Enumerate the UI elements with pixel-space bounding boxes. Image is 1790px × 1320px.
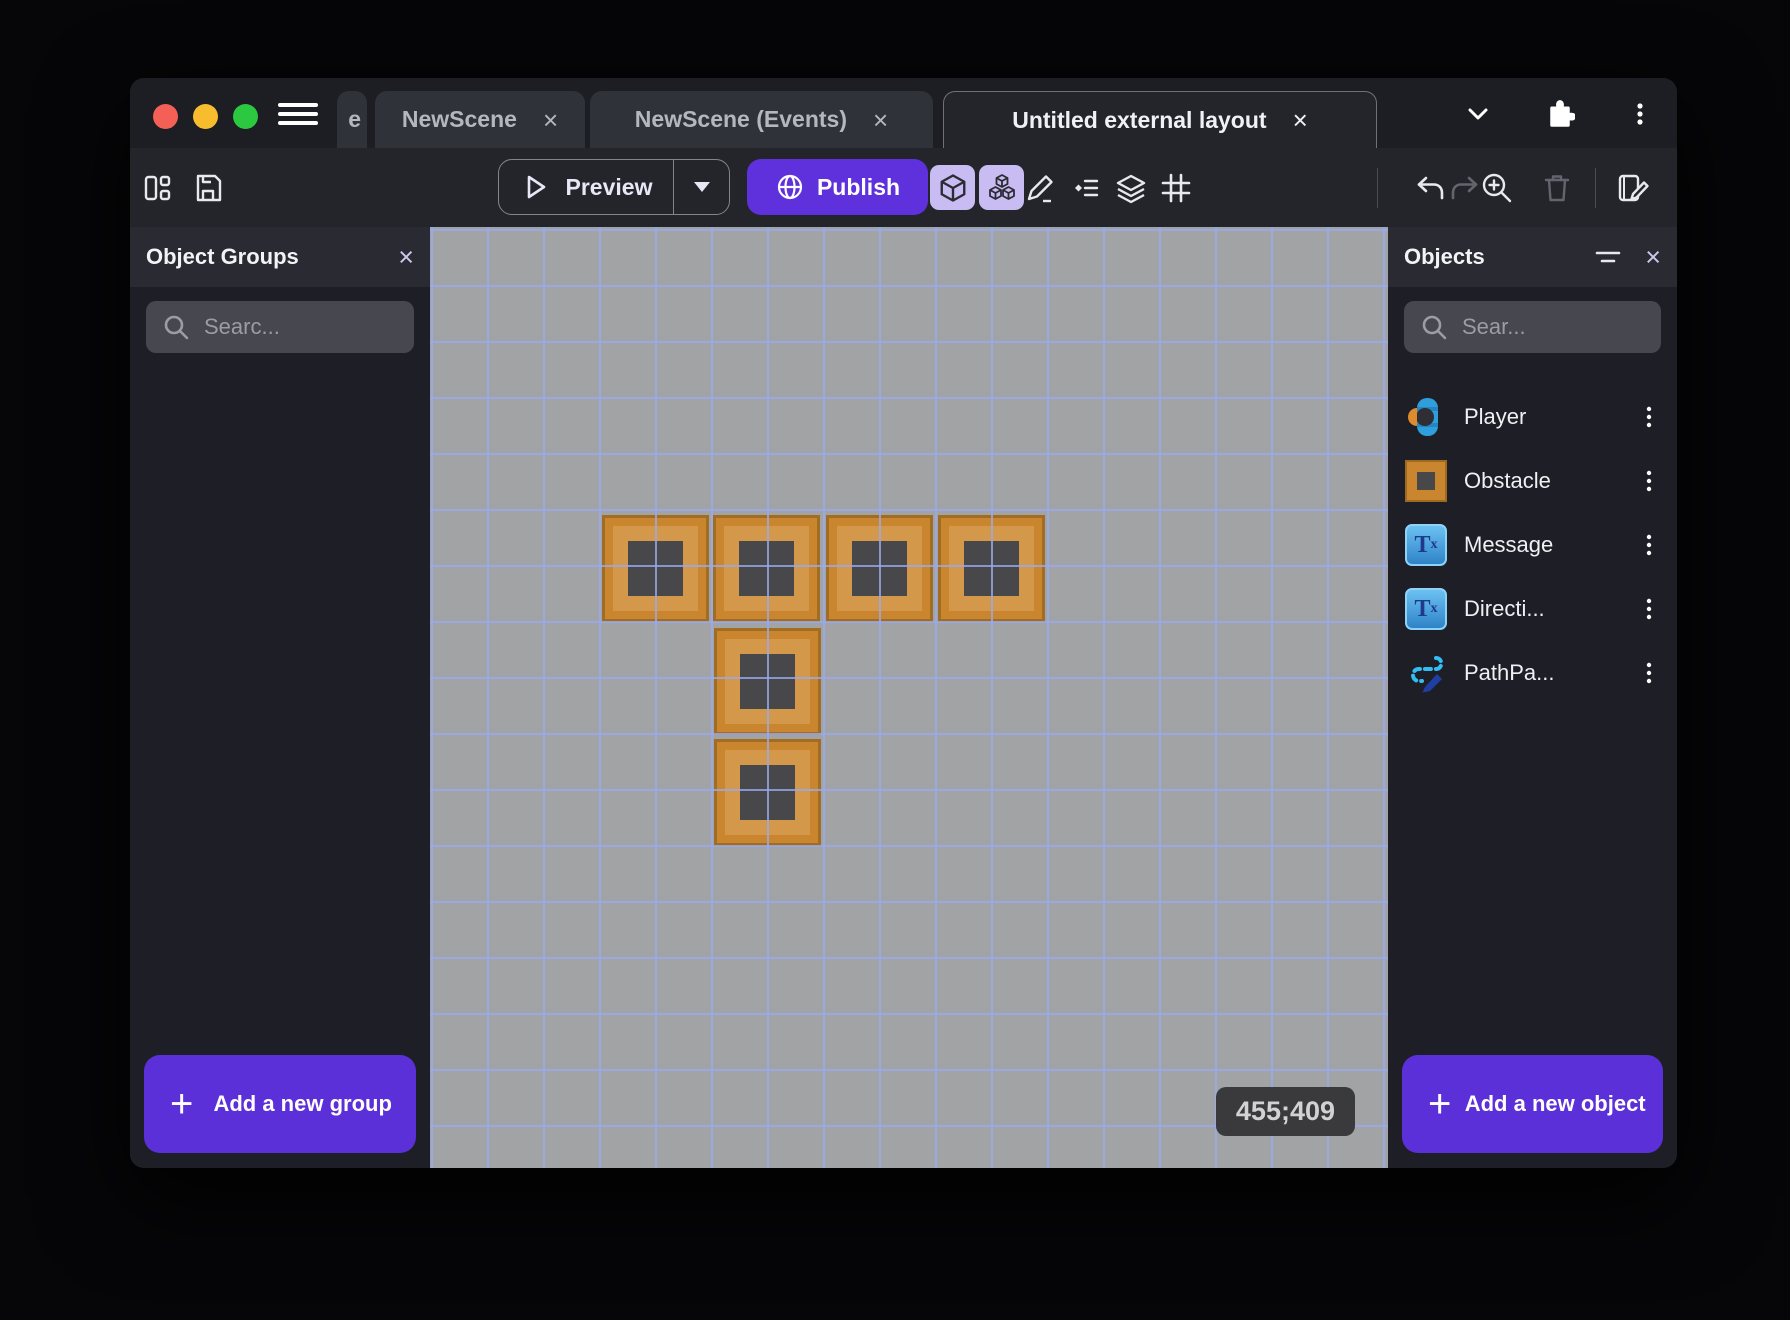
caret-down-icon: [693, 182, 710, 192]
kebab-menu-icon[interactable]: [1622, 96, 1658, 132]
toolbar-divider: [1595, 168, 1596, 208]
publish-label: Publish: [816, 173, 901, 200]
panel-title: Objects: [1404, 244, 1485, 269]
obstacle-instance[interactable]: [714, 628, 821, 735]
search-input[interactable]: [204, 314, 398, 340]
zoom-in-icon[interactable]: [1477, 168, 1517, 208]
objects-panel: Objects × Player: [1388, 227, 1677, 1168]
obstacle-instance[interactable]: [826, 515, 933, 622]
filter-icon[interactable]: [1593, 242, 1623, 272]
preview-button[interactable]: Preview: [498, 159, 730, 215]
search-icon: [1422, 315, 1447, 340]
screen: e NewScene × NewScene (Events) × Untitle…: [0, 0, 1790, 1320]
tab-close-icon[interactable]: ×: [543, 107, 558, 133]
instances-toggle[interactable]: [979, 165, 1024, 210]
toolbar: Preview Publish: [130, 148, 1677, 227]
minimize-window-button[interactable]: [193, 104, 218, 129]
tab-label: NewScene (Events): [634, 106, 847, 132]
cursor-coordinates-badge: 455;409: [1215, 1087, 1355, 1136]
objects-search[interactable]: [1404, 301, 1661, 353]
tab-newscene-events[interactable]: NewScene (Events) ×: [590, 91, 933, 148]
tab-clipped[interactable]: e: [337, 91, 367, 148]
scene-properties-icon[interactable]: [1613, 168, 1653, 208]
object-groups-header: Object Groups ×: [130, 227, 430, 287]
object-groups-search[interactable]: [146, 301, 414, 353]
main-area: Object Groups × + Add a new group 455;40…: [130, 227, 1677, 1168]
add-object-label: Add a new object: [1464, 1090, 1646, 1116]
plus-icon: +: [170, 1082, 194, 1126]
object-groups-panel: Object Groups × + Add a new group: [130, 227, 430, 1168]
scene-canvas[interactable]: 455;409: [430, 227, 1388, 1168]
instruction-list-icon[interactable]: [1066, 168, 1106, 208]
plus-icon: +: [1428, 1082, 1452, 1126]
objects-header: Objects ×: [1388, 227, 1677, 287]
cube-3d-icon: [940, 173, 965, 202]
play-icon: [527, 175, 545, 199]
search-input[interactable]: [1462, 314, 1645, 340]
obstacle-instance[interactable]: [713, 515, 820, 622]
object-row-pathpaint[interactable]: PathPa...: [1388, 641, 1677, 705]
path-paint-icon: [1404, 651, 1448, 695]
publish-button[interactable]: Publish: [747, 159, 928, 215]
object-row-obstacle[interactable]: Obstacle: [1388, 449, 1677, 513]
gdevelop-window: e NewScene × NewScene (Events) × Untitle…: [130, 78, 1677, 1168]
obstacle-icon: [1404, 459, 1448, 503]
add-object-button[interactable]: + Add a new object: [1402, 1055, 1663, 1153]
titlebar: e NewScene × NewScene (Events) × Untitle…: [130, 78, 1677, 148]
preview-label: Preview: [565, 173, 653, 200]
tab-untitled-external-layout[interactable]: Untitled external layout ×: [943, 91, 1377, 148]
search-icon: [164, 315, 189, 340]
object-menu-kebab-icon[interactable]: [1635, 657, 1663, 689]
tab-label: Untitled external layout: [1012, 106, 1267, 133]
toolbar-divider: [1377, 168, 1378, 208]
cubes-icon: [988, 173, 1015, 200]
object-row-player[interactable]: Player: [1388, 385, 1677, 449]
object-menu-kebab-icon[interactable]: [1635, 401, 1663, 433]
tab-close-icon[interactable]: ×: [1293, 107, 1308, 133]
objects-list: Player Obstacle Tx Message T x Directi..…: [1388, 353, 1677, 705]
object-row-directions[interactable]: Tx Directi...: [1388, 577, 1677, 641]
maximize-window-button[interactable]: [233, 104, 258, 129]
text-object-icon: Tx: [1404, 587, 1448, 631]
close-icon[interactable]: ×: [1645, 243, 1661, 271]
view-3d-toggle[interactable]: [930, 165, 975, 210]
tab-close-icon[interactable]: ×: [873, 107, 888, 133]
tab-newscene[interactable]: NewScene ×: [375, 91, 585, 148]
layers-icon[interactable]: [1111, 168, 1151, 208]
close-icon[interactable]: ×: [398, 243, 414, 271]
close-window-button[interactable]: [153, 104, 178, 129]
tab-label: NewScene: [401, 106, 517, 132]
undo-icon[interactable]: [1410, 168, 1450, 208]
obstacle-instance[interactable]: [714, 739, 821, 846]
add-group-button[interactable]: + Add a new group: [144, 1055, 416, 1153]
object-menu-kebab-icon[interactable]: [1635, 529, 1663, 561]
panels-layout-icon[interactable]: [138, 168, 178, 208]
globe-icon: [777, 174, 803, 200]
chevron-down-icon[interactable]: [1460, 96, 1496, 132]
text-object-icon: Tx: [1404, 523, 1448, 567]
obstacle-instance[interactable]: [602, 515, 709, 622]
player-icon: [1404, 395, 1448, 439]
pencil-edit-icon[interactable]: [1020, 168, 1060, 208]
save-icon[interactable]: [188, 168, 228, 208]
main-menu-icon[interactable]: [278, 103, 318, 127]
preview-options-dropdown[interactable]: [673, 160, 729, 214]
object-menu-kebab-icon[interactable]: [1635, 465, 1663, 497]
object-row-message[interactable]: Tx Message: [1388, 513, 1677, 577]
panel-title: Object Groups: [146, 244, 299, 269]
tab-label: e: [348, 106, 361, 132]
grid-icon[interactable]: [1156, 168, 1196, 208]
extensions-puzzle-icon[interactable]: [1542, 96, 1578, 132]
object-menu-kebab-icon[interactable]: [1635, 593, 1663, 625]
add-group-label: Add a new group: [213, 1090, 392, 1116]
tiles-layer: [430, 227, 1388, 1168]
trash-icon[interactable]: [1537, 168, 1577, 208]
obstacle-instance[interactable]: [938, 515, 1045, 622]
